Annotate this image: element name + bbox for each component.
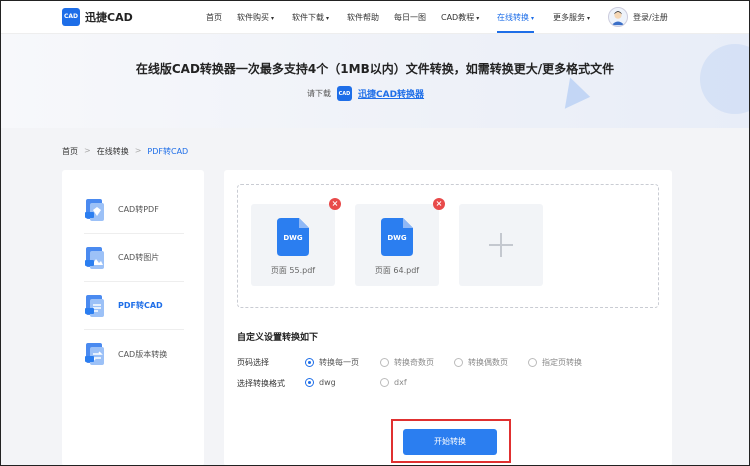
sidebar-item-label: CAD版本转换 [118, 349, 168, 359]
radio-dot [454, 358, 463, 367]
start-convert-button[interactable]: 开始转换 [403, 429, 497, 455]
nav-tutorial[interactable]: CAD教程 ▾ [441, 12, 479, 23]
cad-logo-icon: CAD [62, 8, 80, 26]
cad-converter-icon: CAD [337, 86, 352, 101]
chevron-down-icon: ▾ [531, 15, 535, 22]
format-selection-label: 选择转换格式 [237, 379, 285, 388]
file-name: 页面 64.pdf [374, 266, 420, 275]
radio-dot [305, 358, 314, 367]
radio-format-dxf[interactable]: dxf [380, 378, 407, 387]
sidebar-item-cad-to-image[interactable]: CAD转图片 [84, 234, 184, 282]
download-converter-link[interactable]: 迅捷CAD转换器 [358, 87, 424, 100]
radio-dot [528, 358, 537, 367]
decor-triangle [553, 73, 591, 109]
chevron-down-icon: ▾ [476, 15, 480, 22]
options-title: 自定义设置转换如下 [237, 333, 319, 343]
converter-panel: DWG 页面 55.pdf × DWG 页面 64.pdf × 自定义设置转换如… [224, 170, 672, 466]
chevron-down-icon: ▾ [326, 15, 330, 22]
nav-daily-image[interactable]: 每日一图 [394, 12, 426, 23]
file-name: 页面 55.pdf [270, 266, 316, 275]
user-avatar-icon [611, 11, 625, 26]
add-file-button[interactable] [459, 204, 543, 286]
plus-icon [500, 233, 502, 257]
radio-dot [380, 378, 389, 387]
radio-dot [380, 358, 389, 367]
nav-more-services[interactable]: 更多服务 ▾ [553, 12, 590, 23]
converter-sidebar: CAD转PDF CAD转图片 PDF转CAD CAD版本转换 [62, 170, 204, 466]
login-link[interactable]: 登录/注册 [633, 12, 668, 23]
sidebar-item-label: CAD转PDF [118, 205, 159, 214]
brand-name: 迅捷CAD [85, 11, 133, 24]
sidebar-item-label: PDF转CAD [118, 301, 163, 310]
radio-even-pages[interactable]: 转换偶数页 [454, 357, 508, 368]
brand-logo[interactable]: CAD 迅捷CAD [62, 8, 133, 26]
file-type-badge: DWG [387, 234, 407, 242]
page-selection-label: 页码选择 [237, 358, 269, 367]
breadcrumb-section[interactable]: 在线转换 [97, 146, 129, 157]
sidebar-item-cad-version[interactable]: CAD版本转换 [84, 330, 184, 378]
sidebar-item-cad-to-pdf[interactable]: CAD转PDF [84, 186, 184, 234]
file-card: DWG 页面 64.pdf × [355, 198, 445, 286]
file-type-badge: DWG [283, 234, 303, 242]
breadcrumb-home[interactable]: 首页 [62, 146, 78, 157]
delete-file-icon[interactable]: × [433, 198, 445, 210]
chevron-down-icon: ▾ [587, 15, 591, 22]
cad-to-pdf-icon [85, 198, 104, 221]
breadcrumb-current: PDF转CAD [147, 147, 189, 156]
nav-online-convert[interactable]: 在线转换 ▾ [497, 12, 535, 33]
breadcrumb-separator: > [134, 146, 142, 155]
nav-help[interactable]: 软件帮助 [347, 12, 379, 23]
pdf-to-cad-icon [85, 294, 104, 317]
sidebar-item-pdf-to-cad[interactable]: PDF转CAD [84, 282, 184, 330]
sidebar-item-label: CAD转图片 [118, 253, 160, 262]
banner-download-hint: 请下载 CAD 迅捷CAD转换器 [307, 86, 424, 101]
radio-every-page[interactable]: 转换每一页 [305, 357, 359, 368]
start-button-highlight: 开始转换 [391, 419, 511, 463]
avatar[interactable] [608, 7, 628, 27]
cad-to-image-icon [85, 246, 104, 269]
breadcrumb: 首页 > 在线转换 > PDF转CAD [62, 146, 188, 157]
chevron-down-icon: ▾ [271, 15, 275, 22]
file-card: DWG 页面 55.pdf × [251, 198, 341, 286]
cad-version-convert-icon [85, 343, 104, 365]
decor-circle [700, 44, 750, 114]
nav-home[interactable]: 首页 [206, 12, 222, 23]
top-header: CAD 迅捷CAD 首页 软件购买 ▾ 软件下载 ▾ 软件帮助 每日一图 CAD教程… [0, 0, 750, 34]
nav-buy[interactable]: 软件购买 ▾ [237, 12, 274, 23]
banner-title: 在线版CAD转换器一次最多支持4个（1MB以内）文件转换，如需转换更大/更多格式… [135, 62, 615, 76]
banner-sub-prefix: 请下载 [307, 89, 331, 98]
radio-odd-pages[interactable]: 转换奇数页 [380, 357, 434, 368]
breadcrumb-separator: > [84, 146, 91, 155]
radio-specific-pages[interactable]: 指定页转换 [528, 357, 582, 368]
delete-file-icon[interactable]: × [329, 198, 341, 210]
radio-format-dwg[interactable]: dwg [305, 378, 336, 387]
nav-download[interactable]: 软件下载 ▾ [292, 12, 329, 23]
promo-banner: 在线版CAD转换器一次最多支持4个（1MB以内）文件转换，如需转换更大/更多格式… [0, 34, 750, 128]
file-drop-zone[interactable]: DWG 页面 55.pdf × DWG 页面 64.pdf × [237, 184, 659, 308]
radio-dot [305, 378, 314, 387]
